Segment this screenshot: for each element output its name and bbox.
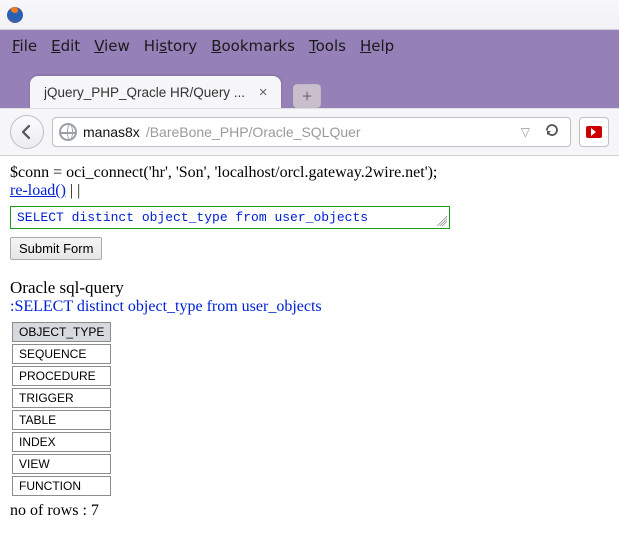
new-tab-button[interactable]: + <box>293 84 321 108</box>
row-count-text: no of rows : 7 <box>10 502 609 520</box>
reload-icon[interactable] <box>540 122 564 143</box>
table-row: TABLE <box>12 410 111 430</box>
browser-tab-active[interactable]: jQuery_PHP_Qracle HR/Query ... × <box>30 76 281 108</box>
youtube-icon <box>586 126 602 138</box>
query-echo-text: :SELECT distinct object_type from user_o… <box>10 298 609 316</box>
resize-grip-icon[interactable] <box>437 216 447 226</box>
menu-view[interactable]: View <box>94 37 130 55</box>
navigation-toolbar: manas8x/BareBone_PHP/Oracle_SQLQuer ▽ <box>0 108 619 156</box>
menu-edit[interactable]: Edit <box>51 37 80 55</box>
tab-strip: jQuery_PHP_Qracle HR/Query ... × + <box>0 62 619 108</box>
separator-pipes: | | <box>66 182 80 199</box>
close-tab-icon[interactable]: × <box>255 84 271 100</box>
tab-label: jQuery_PHP_Qracle HR/Query ... <box>44 85 245 100</box>
results-col-header: OBJECT_TYPE <box>12 322 111 342</box>
table-cell: TRIGGER <box>12 388 111 408</box>
reload-link[interactable]: re-load() <box>10 182 66 199</box>
url-path-text: /BareBone_PHP/Oracle_SQLQuer <box>146 124 361 140</box>
table-cell: VIEW <box>12 454 111 474</box>
table-row: TRIGGER <box>12 388 111 408</box>
menu-history[interactable]: History <box>144 37 197 55</box>
urlbar-dropdown-icon[interactable]: ▽ <box>517 125 534 139</box>
table-cell: TABLE <box>12 410 111 430</box>
back-button[interactable] <box>10 115 44 149</box>
results-table: OBJECT_TYPE SEQUENCEPROCEDURETRIGGERTABL… <box>10 320 113 498</box>
menu-tools[interactable]: Tools <box>309 37 346 55</box>
table-cell: FUNCTION <box>12 476 111 496</box>
sql-input-value: SELECT distinct object_type from user_ob… <box>17 210 368 225</box>
table-cell: PROCEDURE <box>12 366 111 386</box>
table-row: VIEW <box>12 454 111 474</box>
address-bar[interactable]: manas8x/BareBone_PHP/Oracle_SQLQuer ▽ <box>52 117 571 147</box>
page-content: $conn = oci_connect('hr', 'Son', 'localh… <box>0 156 619 540</box>
globe-icon <box>59 123 77 141</box>
table-row: PROCEDURE <box>12 366 111 386</box>
browser-menubar: File Edit View History Bookmarks Tools H… <box>0 30 619 62</box>
table-row: INDEX <box>12 432 111 452</box>
submit-form-button[interactable]: Submit Form <box>10 237 102 260</box>
menu-bookmarks[interactable]: Bookmarks <box>211 37 295 55</box>
menu-help[interactable]: Help <box>360 37 394 55</box>
window-titlebar <box>0 0 619 30</box>
firefox-icon <box>6 6 24 24</box>
toolbar-addon-button[interactable] <box>579 117 609 147</box>
table-cell: INDEX <box>12 432 111 452</box>
table-row: FUNCTION <box>12 476 111 496</box>
result-heading: Oracle sql-query <box>10 278 609 298</box>
sql-input-textarea[interactable]: SELECT distinct object_type from user_ob… <box>10 206 450 229</box>
connection-string-text: $conn = oci_connect('hr', 'Son', 'localh… <box>10 164 609 182</box>
menu-file[interactable]: File <box>12 37 37 55</box>
table-row: SEQUENCE <box>12 344 111 364</box>
url-host-text: manas8x <box>83 124 140 140</box>
table-cell: SEQUENCE <box>12 344 111 364</box>
